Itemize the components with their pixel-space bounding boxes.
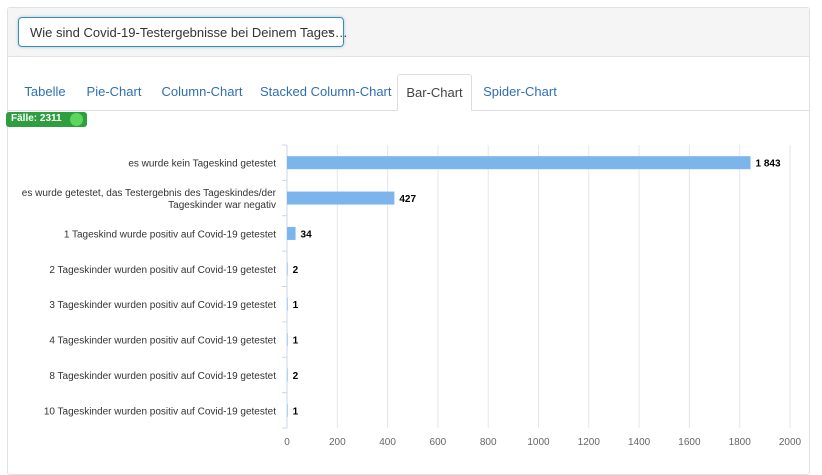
bar-chart: 0 200 400 600 800 1000 1200 1400 1600 1800 2000 es …: [22, 144, 802, 448]
category-label: 1 Tageskind wurde positiv auf Covid-19 g…: [64, 229, 276, 240]
x-tick-label: 400: [379, 437, 396, 448]
bar: [287, 368, 288, 382]
x-tick-label: 1400: [628, 437, 651, 448]
x-tick-label: 800: [480, 437, 497, 448]
data-label: 427: [399, 194, 416, 205]
x-tick-label: 200: [329, 437, 346, 448]
data-label: 1 843: [756, 159, 781, 170]
data-label: 1: [293, 336, 299, 347]
data-label: 1: [293, 300, 299, 311]
x-tick-label: 1200: [578, 437, 601, 448]
category-label: 4 Tageskinder wurden positiv auf Covid-1…: [49, 336, 276, 347]
data-label: 34: [301, 229, 313, 240]
category-label: es wurde getestet, das Testergebnis des …: [22, 188, 277, 199]
data-label: 2: [293, 265, 299, 276]
bar: [287, 191, 395, 205]
x-tick-label: 600: [430, 437, 447, 448]
category-label: 8 Tageskinder wurden positiv auf Covid-1…: [49, 371, 276, 382]
bar: [287, 262, 288, 276]
x-tick-label: 1800: [729, 437, 752, 448]
bar: [287, 403, 288, 417]
bar: [287, 333, 288, 347]
x-tick-label: 0: [284, 437, 290, 448]
category-label: 2 Tageskinder wurden positiv auf Covid-1…: [49, 265, 276, 276]
x-tick-label: 1000: [527, 437, 550, 448]
bar: [287, 156, 751, 170]
category-label: 3 Tageskinder wurden positiv auf Covid-1…: [49, 300, 276, 311]
x-tick-label: 2000: [779, 437, 802, 448]
category-label: es wurde kein Tageskind getestet: [128, 159, 276, 170]
data-label: 2: [293, 371, 299, 382]
x-tick-label: 1600: [678, 437, 701, 448]
bar: [287, 297, 288, 311]
category-label: 10 Tageskinder wurden positiv auf Covid-…: [44, 406, 276, 417]
category-label: Tageskinder war negativ: [168, 200, 276, 211]
bar: [287, 226, 296, 240]
data-label: 1: [293, 406, 299, 417]
